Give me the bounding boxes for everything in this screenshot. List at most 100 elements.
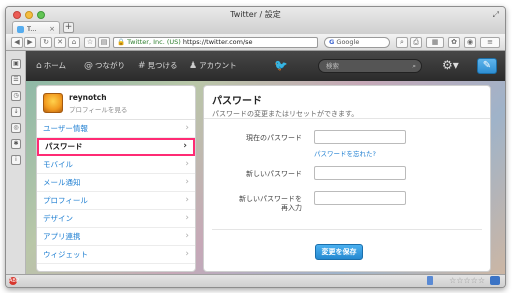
gear-icon[interactable]: ⚙▾ <box>442 58 459 72</box>
confirm-password-label-line2: 再入力 <box>281 204 302 212</box>
tab-close-icon[interactable]: × <box>49 25 55 33</box>
save-changes-button[interactable]: 変更を保存 <box>315 244 363 260</box>
fullscreen-icon[interactable]: ⤢ <box>493 10 499 20</box>
view-profile-link[interactable]: プロフィールを見る <box>69 104 127 114</box>
sidebar-feed-icon[interactable]: ◎ <box>11 123 21 133</box>
new-tab-button[interactable]: + <box>63 22 74 33</box>
form-divider <box>212 229 482 230</box>
chevron-right-icon: › <box>185 159 189 169</box>
navigation-toolbar: ◀ ▶ ↻ ✕ ⌂ ☆ ▤ 🔒 Twitter, Inc. (US) https… <box>6 34 505 51</box>
account-icon: ♟ <box>189 60 198 71</box>
sidebar-history-icon[interactable]: ◷ <box>11 91 21 101</box>
new-password-label: 新しいパスワード <box>246 170 302 178</box>
search-engine-placeholder: Google <box>336 38 360 46</box>
adblock-icon[interactable]: ABP <box>9 277 19 285</box>
page-subtitle: パスワードの変更またはリセットができます。 <box>212 110 359 118</box>
google-icon: G <box>329 38 335 46</box>
password-panel: パスワード パスワードの変更またはリセットができます。 現在のパスワード パスワ… <box>203 85 491 272</box>
sidebar-bookmarks-icon[interactable]: ▣ <box>11 59 21 69</box>
chevron-right-icon: › <box>185 195 189 205</box>
rating-stars-icon[interactable]: ☆☆☆☆☆ <box>449 276 485 285</box>
chevron-right-icon: › <box>185 177 189 187</box>
confirm-password-label: 新しいパスワードを 再入力 <box>239 195 302 213</box>
address-bar[interactable]: 🔒 Twitter, Inc. (US) https://twitter.com… <box>113 37 318 48</box>
sidebar-settings-icon[interactable]: ✱ <box>11 139 21 149</box>
home-nav-icon: ⌂ <box>36 60 42 71</box>
nav-home[interactable]: ⌂ ホーム <box>36 60 66 71</box>
current-password-field[interactable] <box>314 130 406 144</box>
sidebar-list-icon[interactable]: ☰ <box>11 75 21 85</box>
site-identity: Twitter, Inc. (US) <box>127 38 181 46</box>
nav-connect[interactable]: @ つながり <box>84 60 125 71</box>
status-indicator-icon[interactable] <box>427 276 433 285</box>
title-bar: Twitter / 設定 ⤢ T... × + <box>6 7 505 34</box>
nav-account[interactable]: ♟ アカウント <box>189 60 237 71</box>
sidebar-info-icon[interactable]: i <box>11 155 21 165</box>
sidebar-download-icon[interactable]: ↓ <box>11 107 21 117</box>
menu-item-label: ユーザー情報 <box>43 124 88 133</box>
menu-item-profile[interactable]: プロフィール › <box>37 192 195 210</box>
extension-icon[interactable]: ✿ <box>448 37 460 48</box>
menu-item-mobile[interactable]: モバイル › <box>37 156 195 174</box>
search-icon[interactable]: ⌕ <box>396 37 408 48</box>
bookmark-icon[interactable]: ☆ <box>84 37 96 48</box>
tab-title: T... <box>27 25 37 33</box>
status-bar: ABP ☆☆☆☆☆ <box>6 274 505 287</box>
menu-item-label: パスワード <box>45 142 83 151</box>
menu-item-label: モバイル <box>43 160 73 169</box>
nav-home-label: ホーム <box>43 61 66 70</box>
twitter-search-input[interactable]: 検索 ⌕ <box>318 59 422 73</box>
stop-icon[interactable]: ✕ <box>54 37 66 48</box>
menu-item-email[interactable]: メール通知 › <box>37 174 195 192</box>
view-menu-icon[interactable]: ▦ <box>426 37 444 48</box>
new-password-field[interactable] <box>314 166 406 180</box>
search-engine-field[interactable]: G Google <box>324 37 390 48</box>
chevron-right-icon: › <box>185 213 189 223</box>
addon-icon[interactable]: ◉ <box>464 37 476 48</box>
browser-sidebar: ▣ ☰ ◷ ↓ ◎ ✱ i <box>6 51 26 276</box>
nav-connect-label: つながり <box>95 61 125 70</box>
search-icon: ⌕ <box>412 62 416 70</box>
history-icon[interactable]: ▤ <box>98 37 110 48</box>
menu-item-design[interactable]: デザイン › <box>37 210 195 228</box>
browser-window: Twitter / 設定 ⤢ T... × + ◀ ▶ ↻ ✕ ⌂ ☆ ▤ 🔒 … <box>5 6 506 288</box>
menu-item-apps[interactable]: アプリ連携 › <box>37 228 195 246</box>
lock-icon: 🔒 <box>117 38 126 46</box>
reload-icon[interactable]: ↻ <box>40 37 52 48</box>
print-icon[interactable]: ⎙ <box>410 37 422 48</box>
compose-tweet-button[interactable]: ✎ <box>477 58 497 74</box>
menu-item-label: プロフィール <box>43 196 88 205</box>
username[interactable]: reynotch <box>69 93 107 102</box>
forward-button[interactable]: ▶ <box>24 37 36 48</box>
menu-item-label: ウィジェット <box>43 250 88 259</box>
menu-item-label: アプリ連携 <box>43 232 81 241</box>
twitter-favicon-icon <box>17 25 24 33</box>
profile-card[interactable]: reynotch プロフィールを見る <box>37 86 195 120</box>
twitter-search-placeholder: 検索 <box>326 62 339 70</box>
current-password-label: 現在のパスワード <box>246 134 302 142</box>
twitter-bird-icon[interactable]: 🐦 <box>274 59 288 72</box>
menu-item-account[interactable]: ユーザー情報 › <box>37 120 195 138</box>
chevron-right-icon: › <box>185 231 189 241</box>
forgot-password-link[interactable]: パスワードを忘れた? <box>314 148 376 158</box>
panel-header: パスワード パスワードの変更またはリセットができます。 <box>204 86 490 119</box>
hash-icon: # <box>138 60 146 71</box>
home-icon[interactable]: ⌂ <box>68 37 80 48</box>
chevron-right-icon: › <box>183 141 187 151</box>
status-extension-icon[interactable] <box>490 276 500 285</box>
back-button[interactable]: ◀ <box>11 37 23 48</box>
twitter-topbar: ⌂ ホーム @ つながり # 見つける ♟ アカウント 🐦 検索 ⌕ ⚙▾ ✎ <box>26 51 505 81</box>
confirm-password-field[interactable] <box>314 191 406 205</box>
nav-account-label: アカウント <box>199 61 237 70</box>
confirm-password-label-line1: 新しいパスワードを <box>239 195 302 203</box>
avatar[interactable] <box>43 93 63 113</box>
menu-item-label: デザイン <box>43 214 73 223</box>
menu-icon[interactable]: ≡ <box>480 37 500 48</box>
browser-tab[interactable]: T... × <box>12 21 60 34</box>
settings-menu: reynotch プロフィールを見る ユーザー情報 › パスワード › モバイル… <box>36 85 196 272</box>
chevron-right-icon: › <box>185 123 189 133</box>
nav-discover-label: 見つける <box>147 61 178 70</box>
nav-discover[interactable]: # 見つける <box>138 60 178 71</box>
menu-item-password[interactable]: パスワード › <box>37 138 195 156</box>
menu-item-widgets[interactable]: ウィジェット › <box>37 246 195 264</box>
